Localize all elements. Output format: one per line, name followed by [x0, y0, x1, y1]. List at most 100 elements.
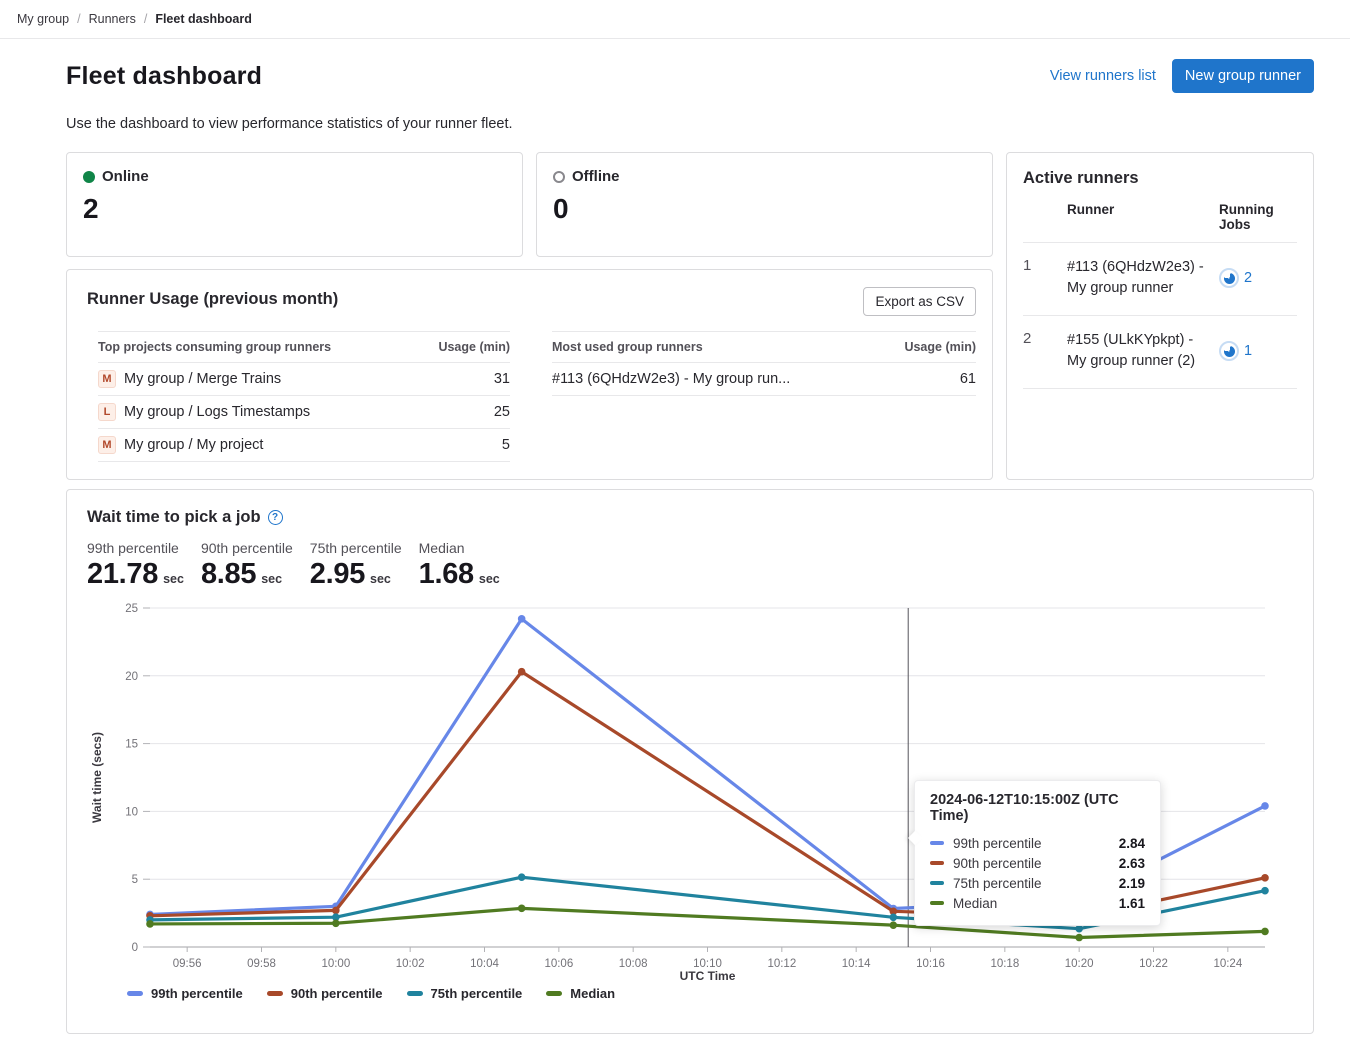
legend-item[interactable]: 90th percentile: [267, 986, 383, 1001]
running-status-icon: [1219, 268, 1239, 288]
column-header-running-jobs: Running Jobs: [1219, 202, 1297, 232]
stat-90th-percentile: 90th percentile 8.85 sec: [201, 540, 293, 591]
series-label: 75th percentile: [953, 876, 1042, 891]
row-index: 1: [1023, 257, 1067, 299]
page-description: Use the dashboard to view performance st…: [66, 116, 1314, 132]
svg-text:10:14: 10:14: [842, 958, 871, 970]
breadcrumb-runners[interactable]: Runners: [89, 12, 136, 26]
project-avatar: M: [98, 436, 116, 454]
view-runners-list-link[interactable]: View runners list: [1050, 68, 1156, 84]
project-name: My group / Merge Trains: [124, 371, 281, 387]
legend-swatch: [127, 991, 143, 996]
runner-name: #113 (6QHdzW2e3) - My group run...: [552, 371, 790, 387]
usage-minutes: 5: [502, 437, 510, 453]
running-jobs-count-link[interactable]: 1: [1244, 343, 1252, 359]
svg-text:UTC Time: UTC Time: [680, 969, 736, 983]
breadcrumb-separator: /: [144, 12, 147, 26]
table-row: M My group / My project 5: [98, 429, 510, 462]
running-jobs-count-link[interactable]: 2: [1244, 270, 1252, 286]
offline-label: Offline: [572, 168, 620, 185]
stat-value: 1.68: [419, 558, 474, 591]
legend-swatch: [407, 991, 423, 996]
stat-unit: sec: [370, 572, 391, 586]
new-group-runner-button[interactable]: New group runner: [1172, 59, 1314, 93]
top-projects-table: Top projects consuming group runners Usa…: [98, 331, 510, 462]
column-header-runner: Runner: [1067, 202, 1219, 232]
runner-usage-card: Runner Usage (previous month) Export as …: [66, 269, 993, 480]
svg-text:10:04: 10:04: [470, 958, 499, 970]
svg-text:10:20: 10:20: [1065, 958, 1094, 970]
chart-legend: 99th percentile 90th percentile 75th per…: [127, 986, 1293, 1001]
legend-item[interactable]: 75th percentile: [407, 986, 523, 1001]
project-avatar: M: [98, 370, 116, 388]
active-runner-row: 2 #155 (ULkKYpkpt) - My group runner (2)…: [1023, 316, 1297, 389]
svg-text:10:22: 10:22: [1139, 958, 1168, 970]
series-swatch: [930, 841, 944, 845]
column-header: Top projects consuming group runners: [98, 340, 331, 354]
project-name: My group / Logs Timestamps: [124, 404, 310, 420]
series-swatch: [930, 881, 944, 885]
breadcrumb-my-group[interactable]: My group: [17, 12, 69, 26]
breadcrumb-separator: /: [77, 12, 80, 26]
project-avatar: L: [98, 403, 116, 421]
series-swatch: [930, 901, 944, 905]
legend-label: 90th percentile: [291, 986, 383, 1001]
table-row: #113 (6QHdzW2e3) - My group run... 61: [552, 363, 976, 396]
svg-text:10:12: 10:12: [767, 958, 796, 970]
series-value: 2.63: [1119, 856, 1145, 871]
series-label: 99th percentile: [953, 836, 1042, 851]
online-label: Online: [102, 168, 149, 185]
active-runner-row: 1 #113 (6QHdzW2e3) - My group runner 2: [1023, 243, 1297, 316]
wait-time-card: Wait time to pick a job ? 99th percentil…: [66, 489, 1314, 1034]
usage-minutes: 61: [960, 371, 976, 387]
stat-unit: sec: [261, 572, 282, 586]
page-title: Fleet dashboard: [66, 62, 262, 91]
stat-75th-percentile: 75th percentile 2.95 sec: [310, 540, 402, 591]
running-status-icon: [1219, 341, 1239, 361]
breadcrumb: My group / Runners / Fleet dashboard: [0, 0, 1350, 39]
legend-item[interactable]: 99th percentile: [127, 986, 243, 1001]
svg-text:5: 5: [132, 874, 138, 886]
active-runners-title: Active runners: [1023, 169, 1297, 188]
active-runners-card: Active runners Runner Running Jobs 1 #11…: [1006, 152, 1314, 480]
svg-text:15: 15: [125, 739, 138, 751]
row-index: 2: [1023, 330, 1067, 372]
svg-text:0: 0: [132, 942, 138, 954]
online-runners-card: Online 2: [66, 152, 523, 257]
tooltip-series-row: 75th percentile 2.19: [930, 873, 1145, 893]
legend-swatch: [546, 991, 562, 996]
svg-text:10:18: 10:18: [990, 958, 1019, 970]
column-header: Usage (min): [438, 340, 510, 354]
series-label: 90th percentile: [953, 856, 1042, 871]
legend-item[interactable]: Median: [546, 986, 615, 1001]
stat-value: 21.78: [87, 558, 158, 591]
svg-text:10:08: 10:08: [619, 958, 648, 970]
series-value: 2.84: [1119, 836, 1145, 851]
offline-count: 0: [553, 193, 976, 225]
tooltip-series-row: 99th percentile 2.84: [930, 833, 1145, 853]
svg-text:10:02: 10:02: [396, 958, 425, 970]
usage-minutes: 31: [494, 371, 510, 387]
stat-unit: sec: [163, 572, 184, 586]
export-csv-button[interactable]: Export as CSV: [863, 287, 976, 316]
project-name: My group / My project: [124, 437, 263, 453]
svg-text:10: 10: [125, 806, 138, 818]
stat-value: 2.95: [310, 558, 365, 591]
wait-time-title: Wait time to pick a job: [87, 508, 261, 527]
runner-name: #113 (6QHdzW2e3) - My group runner: [1067, 257, 1219, 299]
breadcrumb-current: Fleet dashboard: [155, 12, 252, 26]
most-used-runners-table: Most used group runners Usage (min) #113…: [552, 331, 976, 462]
series-value: 2.19: [1119, 876, 1145, 891]
svg-text:Wait time (secs): Wait time (secs): [90, 732, 104, 823]
column-header: Most used group runners: [552, 340, 703, 354]
tooltip-series-row: 90th percentile 2.63: [930, 853, 1145, 873]
series-swatch: [930, 861, 944, 865]
stat-99th-percentile: 99th percentile 21.78 sec: [87, 540, 184, 591]
chart-tooltip: 2024-06-12T10:15:00Z (UTC Time) 99th per…: [914, 780, 1161, 926]
table-row: L My group / Logs Timestamps 25: [98, 396, 510, 429]
legend-swatch: [267, 991, 283, 996]
runner-usage-title: Runner Usage (previous month): [87, 287, 338, 309]
svg-text:10:06: 10:06: [544, 958, 573, 970]
help-question-icon[interactable]: ?: [268, 510, 283, 525]
svg-text:10:16: 10:16: [916, 958, 945, 970]
